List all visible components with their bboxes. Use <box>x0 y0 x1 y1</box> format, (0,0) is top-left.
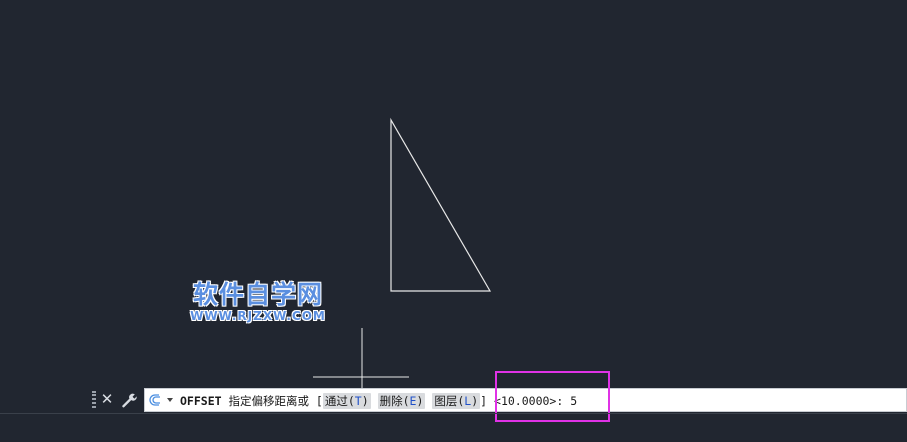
command-history-button[interactable] <box>148 392 176 408</box>
customize-button[interactable] <box>121 392 137 408</box>
triangle-shape[interactable] <box>390 117 492 292</box>
highlight-box <box>495 371 610 422</box>
prompt-text: 指定偏移距离或 [ <box>228 394 323 408</box>
crosshair-cursor <box>313 328 409 388</box>
option-through[interactable]: 通过(T) <box>322 393 371 409</box>
prompt-close-bracket: ] <box>480 394 488 408</box>
command-name: OFFSET <box>180 394 222 408</box>
drawing-canvas[interactable] <box>0 0 907 442</box>
watermark-url-text: WWW.RJZXW.COM <box>190 309 326 323</box>
watermark-chinese-text: 软件自学网 <box>192 280 323 309</box>
offset-command-icon <box>149 394 173 406</box>
close-command-line-button[interactable]: ✕ <box>100 389 114 409</box>
command-line-panel: ✕ OFFSET 指定偏移距离或 [通过(T) 删除(E) 图层(L)] <10… <box>0 388 907 412</box>
drag-handle[interactable] <box>92 391 96 408</box>
close-icon: ✕ <box>100 390 114 408</box>
wrench-icon <box>122 393 137 408</box>
watermark-logo: 软件自学网 WWW.RJZXW.COM <box>182 281 334 327</box>
option-erase[interactable]: 删除(E) <box>377 393 426 409</box>
option-layer[interactable]: 图层(L) <box>432 393 481 409</box>
status-bar-divider <box>0 413 907 414</box>
